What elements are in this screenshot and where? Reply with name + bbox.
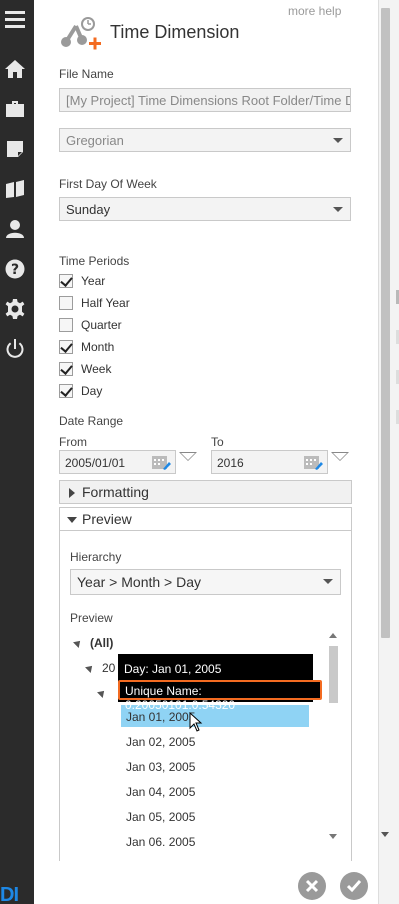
svg-text:?: ? [11, 262, 19, 278]
checkbox-label: Half Year [81, 296, 130, 310]
help-icon[interactable]: ? [4, 258, 26, 280]
checkbox-month[interactable]: Month [59, 340, 114, 354]
more-help-link[interactable]: more help [288, 4, 341, 18]
power-icon[interactable] [4, 338, 26, 360]
hierarchy-select-value: Year > Month > Day [77, 574, 202, 590]
tree-tooltip: Day: Jan 01, 2005 Unique Name: 0.2005010… [118, 654, 322, 712]
calendar-icon[interactable] [151, 454, 171, 470]
tree-node-month[interactable] [97, 686, 114, 700]
scroll-up-arrow[interactable] [329, 633, 337, 638]
tooltip-day: Day: Jan 01, 2005 [124, 662, 222, 676]
hierarchy-select[interactable]: Year > Month > Day [70, 569, 341, 595]
brand-logo: DI [0, 884, 19, 904]
preview-section-title: Preview [82, 511, 132, 527]
close-icon [305, 879, 319, 893]
first-day-of-week-value: Sunday [66, 202, 111, 217]
checkbox-box[interactable] [59, 362, 73, 376]
panel-scroll-down-arrow[interactable] [381, 832, 389, 837]
hierarchy-label: Hierarchy [70, 550, 122, 564]
mouse-cursor-icon [189, 712, 203, 732]
chevron-down-icon [333, 138, 343, 143]
cancel-button[interactable] [298, 872, 326, 900]
tree-item-day[interactable]: Jan 04, 2005 [121, 780, 309, 802]
panel-scrollbar-thumb[interactable] [381, 8, 390, 638]
checkbox-box[interactable] [59, 384, 73, 398]
to-date-dropdown[interactable] [331, 452, 349, 461]
checkbox-label: Quarter [81, 318, 122, 332]
menu-icon[interactable] [4, 8, 26, 30]
book-icon[interactable] [4, 178, 26, 200]
scroll-down-arrow[interactable] [329, 834, 337, 839]
chevron-down-icon [67, 517, 77, 523]
checkbox-box[interactable] [59, 274, 73, 288]
checkbox-label: Day [81, 384, 103, 398]
checkbox-box[interactable] [59, 318, 73, 332]
tree-node-year[interactable]: 20 [85, 661, 116, 675]
tree-scrollbar[interactable] [326, 630, 338, 845]
time-periods-label: Time Periods [59, 254, 130, 268]
checkbox-week[interactable]: Week [59, 362, 111, 376]
checkbox-box[interactable] [59, 340, 73, 354]
chevron-down-icon [333, 207, 343, 212]
expand-arrow-icon[interactable] [97, 688, 107, 698]
briefcase-icon[interactable] [4, 98, 26, 120]
expand-arrow-icon[interactable] [73, 638, 83, 648]
tree-item-day[interactable]: Jan 03, 2005 [121, 755, 309, 777]
file-name-label: File Name [59, 67, 114, 81]
checkbox-label: Year [81, 274, 106, 288]
checkbox-half-year[interactable]: Half Year [59, 296, 130, 310]
chevron-right-icon [69, 488, 75, 498]
formatting-section-title: Formatting [82, 484, 149, 500]
tree-item-day[interactable]: Jan 02, 2005 [121, 730, 309, 752]
formatting-section-header[interactable]: Formatting [59, 480, 352, 504]
from-label: From [59, 435, 87, 449]
left-sidebar: ? DI [0, 0, 34, 904]
ok-button[interactable] [340, 872, 368, 900]
tree-node-all[interactable]: (All) [73, 636, 114, 650]
tree-item-day[interactable]: Jan 05, 2005 [121, 805, 309, 827]
first-day-of-week-label: First Day Of Week [59, 177, 157, 191]
tree-node-label: (All) [90, 636, 114, 650]
expand-arrow-icon[interactable] [85, 663, 95, 673]
checkbox-label: Month [81, 340, 115, 354]
from-date-value: 2005/01/01 [65, 456, 126, 470]
calendar-select[interactable]: Gregorian [59, 128, 351, 152]
user-icon[interactable] [4, 218, 26, 240]
checkbox-day[interactable]: Day [59, 384, 102, 398]
time-dimension-panel: more help Time Dimension File Name [My P… [34, 0, 378, 904]
calendar-icon[interactable] [303, 454, 323, 470]
note-icon[interactable] [4, 138, 26, 160]
to-date-value: 2016 [217, 456, 244, 470]
to-date-input[interactable]: 2016 [211, 450, 328, 474]
tree-node-label: 20 [102, 661, 116, 675]
from-date-dropdown[interactable] [179, 452, 197, 461]
time-dimension-icon [61, 17, 101, 50]
checkbox-label: Week [81, 362, 112, 376]
calendar-select-value: Gregorian [66, 133, 124, 148]
first-day-of-week-select[interactable]: Sunday [59, 197, 351, 221]
scroll-thumb[interactable] [329, 646, 338, 703]
checkbox-year[interactable]: Year [59, 274, 105, 288]
checkbox-box[interactable] [59, 296, 73, 310]
file-name-field[interactable]: [My Project] Time Dimensions Root Folder… [59, 88, 351, 112]
checkbox-quarter[interactable]: Quarter [59, 318, 122, 332]
date-range-label: Date Range [59, 414, 124, 428]
panel-header: Time Dimension [58, 16, 239, 52]
page-title: Time Dimension [110, 21, 240, 42]
preview-section-header[interactable]: Preview [59, 507, 352, 531]
tree-item-day[interactable]: Jan 06, 2005 [121, 830, 309, 846]
preview-tree-label: Preview [70, 611, 113, 625]
gear-icon[interactable] [4, 298, 26, 320]
home-icon[interactable] [4, 58, 26, 80]
chevron-down-icon [323, 579, 333, 584]
from-date-input[interactable]: 2005/01/01 [59, 450, 176, 474]
tooltip-unique-name: Unique Name: 0.20050101.0.54320 [118, 680, 322, 712]
check-icon [347, 880, 361, 893]
to-label: To [211, 435, 224, 449]
